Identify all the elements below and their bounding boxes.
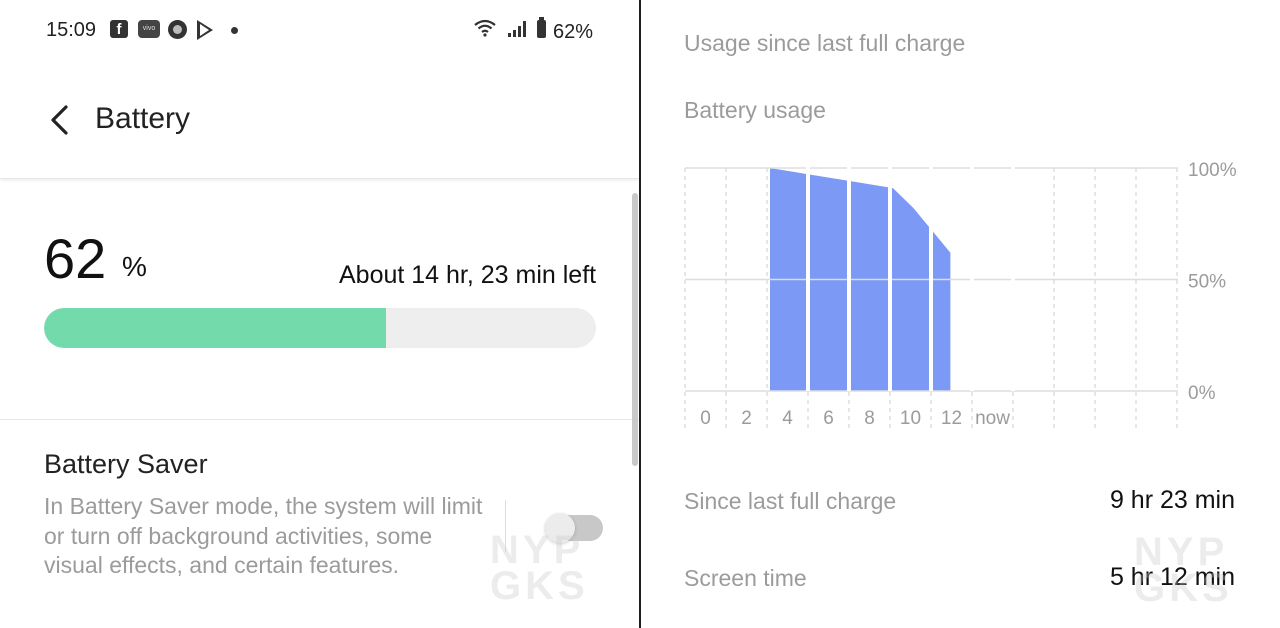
y-tick-label: 0% — [1188, 383, 1216, 404]
battery-saver-title: Battery Saver — [44, 449, 208, 479]
usage-section-title: Usage since last full charge — [684, 30, 966, 56]
y-tick-label: 50% — [1188, 272, 1226, 293]
screen-time-label: Screen time — [684, 565, 807, 591]
x-tick-label: now — [975, 408, 1010, 429]
battery-level-unit: % — [122, 251, 147, 282]
x-tick-label: 4 — [782, 408, 793, 429]
battery-usage-title: Battery usage — [684, 97, 826, 123]
x-tick-label: 12 — [941, 408, 962, 429]
signal-icon — [508, 21, 526, 37]
divider — [0, 419, 639, 420]
time-remaining: About 14 hr, 23 min left — [339, 261, 597, 289]
since-full-charge-label: Since last full charge — [684, 488, 897, 514]
battery-usage-chart: 100% 50% 0% 0 2 4 6 8 10 12 now — [684, 160, 1237, 430]
x-tick-label: 2 — [741, 408, 752, 429]
x-tick-label: 10 — [900, 408, 921, 429]
x-tick-label: 6 — [823, 408, 834, 429]
battery-level-bar — [44, 308, 596, 348]
watermark: NYP GKS — [490, 528, 589, 608]
more-notifications-icon — [231, 27, 238, 34]
page-title: Battery — [95, 102, 191, 135]
since-full-charge-value: 9 hr 23 min — [1109, 486, 1235, 514]
facebook-icon: f — [110, 20, 128, 38]
app-bar: Battery — [0, 62, 639, 179]
battery-level: 62 — [44, 227, 107, 290]
scrollbar[interactable] — [632, 193, 638, 466]
watermark-line-2: GKS — [490, 564, 589, 608]
x-tick-label: 8 — [864, 408, 875, 429]
wifi-icon — [474, 19, 496, 37]
watermark-line-1: NYP — [490, 528, 585, 572]
status-time: 15:09 — [46, 19, 97, 41]
battery-saver-description: In Battery Saver mode, the system will l… — [44, 493, 483, 578]
back-arrow-icon[interactable] — [48, 104, 70, 136]
battery-settings-screen: 15:09 f vivo 62% Battery 62 % About 14 h… — [0, 0, 639, 628]
watermark-right: NYP GKS — [1134, 530, 1233, 610]
vivo-icon: vivo — [138, 20, 160, 38]
battery-level-bar-fill — [44, 308, 387, 348]
y-tick-label: 100% — [1188, 160, 1237, 181]
watermark-line-1: NYP — [1134, 530, 1229, 574]
x-tick-label: 0 — [700, 408, 711, 429]
battery-icon — [537, 17, 546, 38]
status-bar: 15:09 f vivo 62% — [0, 0, 639, 62]
photos-icon — [168, 20, 187, 39]
watermark-line-2: GKS — [1134, 566, 1233, 610]
play-store-icon — [197, 20, 213, 40]
status-battery-percent: 62% — [553, 21, 594, 43]
battery-usage-screen: Usage since last full charge Battery usa… — [641, 0, 1280, 628]
